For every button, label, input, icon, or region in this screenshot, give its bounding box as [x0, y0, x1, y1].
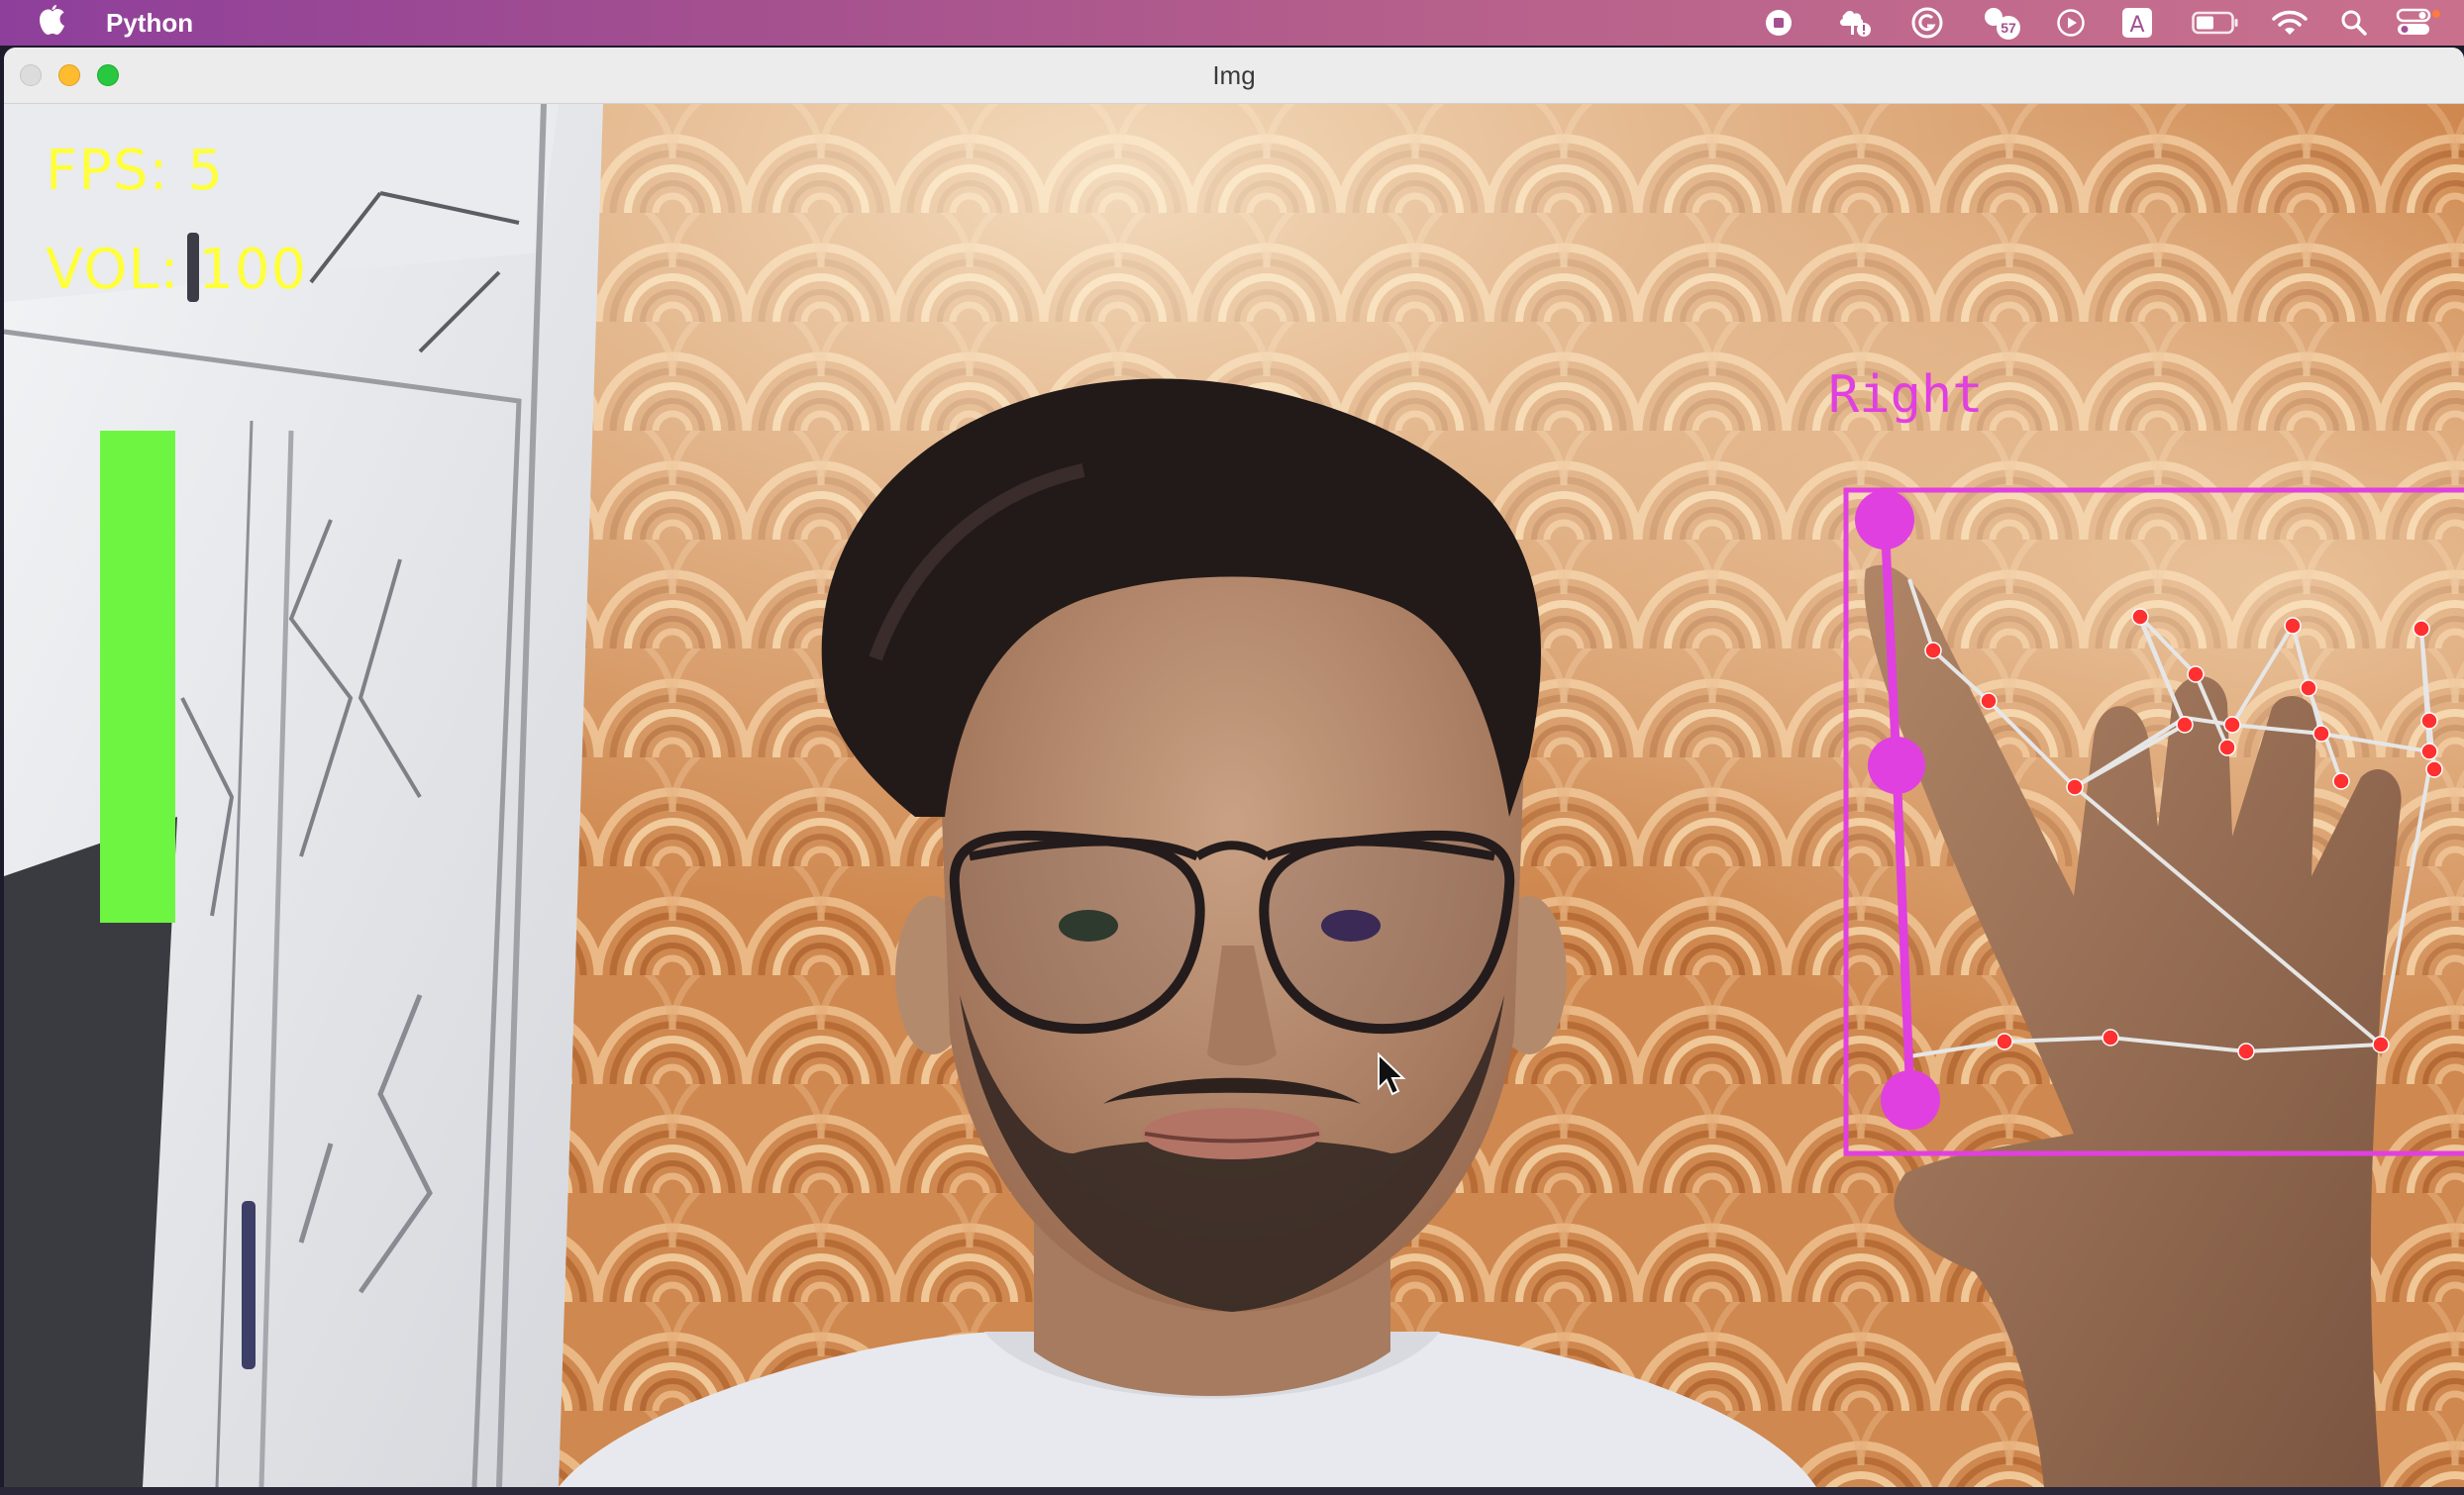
hand-bounding-box	[1843, 487, 2464, 1156]
text-input-icon[interactable]: A	[2120, 0, 2154, 46]
app-menu-python[interactable]: Python	[106, 6, 193, 40]
thumb-tip-point	[1855, 490, 1914, 549]
landmark-points	[1924, 608, 2443, 1060]
camera-frame: FPS: 5 VOL: 100 Right	[4, 104, 2464, 1487]
volume-gesture-line	[1880, 519, 1915, 1101]
apple-icon[interactable]	[36, 5, 67, 39]
battery-icon[interactable]	[2191, 0, 2240, 46]
menu-bar: Python 57 A	[0, 0, 2464, 46]
img-window: Img FPS: 5 VOL: 100 Right	[4, 48, 2464, 1487]
hand-skeleton	[1907, 578, 2436, 1058]
badge-count: 57	[2001, 20, 2016, 36]
control-center-icon[interactable]	[2395, 0, 2442, 46]
input-source-letter: A	[2129, 13, 2144, 38]
hand-landmarks-overlay	[1378, 487, 2464, 1156]
notification-badge-icon[interactable]: 57	[1981, 0, 2028, 46]
wifi-icon[interactable]	[2270, 0, 2310, 46]
play-circle-icon[interactable]	[2054, 0, 2088, 46]
mouse-cursor-icon	[1378, 1051, 1406, 1096]
tree-status-icon[interactable]	[1834, 0, 1874, 46]
midpoint-point	[1868, 737, 1925, 794]
spotlight-search-icon[interactable]	[2339, 0, 2369, 46]
grammarly-icon[interactable]	[1909, 0, 1945, 46]
window-title: Img	[1212, 60, 1256, 90]
wrist-point	[1881, 1070, 1940, 1130]
window-bottom-edge	[0, 1487, 2464, 1495]
window-titlebar[interactable]: Img	[4, 48, 2464, 104]
record-stop-icon[interactable]	[1763, 0, 1795, 46]
